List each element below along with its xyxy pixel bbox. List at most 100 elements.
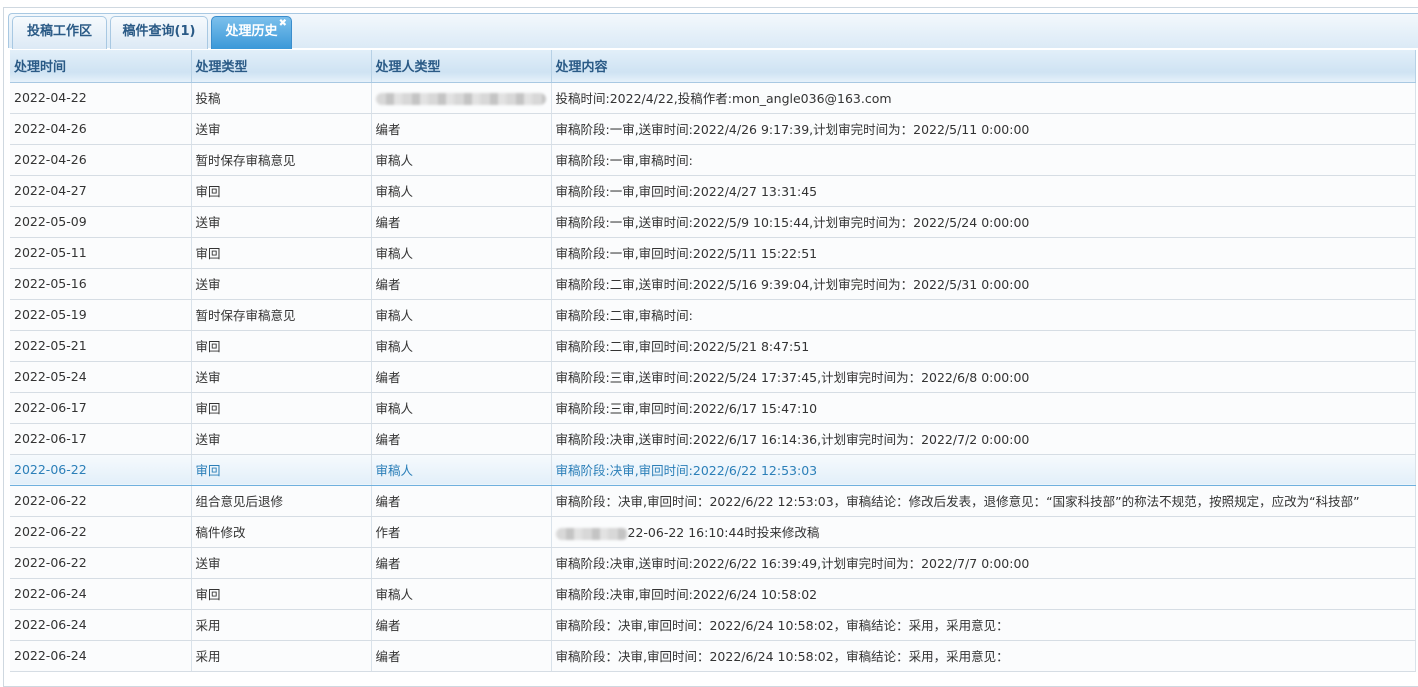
cell-text: 暂时保存审稿意见 (195, 153, 296, 168)
cell-content: 审稿阶段:决审,送审时间:2022/6/22 16:39:49,计划审完时间为：… (551, 547, 1416, 579)
cell-type: 组合意见后退修 (191, 485, 372, 517)
cell-text: 编者 (375, 215, 401, 230)
cell-text: 审稿人 (375, 153, 414, 168)
cell-content: 审稿阶段:决审,审回时间:2022/6/22 12:53:03 (551, 454, 1416, 486)
cell-text: 编者 (375, 370, 401, 385)
cell-handler-type: 编者 (371, 609, 552, 641)
cell-text: 审回 (195, 339, 221, 354)
cell-handler-type: 审稿人 (371, 578, 552, 610)
cell-text: 2022-05-19 (14, 307, 87, 322)
cell-type: 采用 (191, 609, 372, 641)
cell-text: 2022-06-17 (14, 400, 87, 415)
cell-content: 审稿阶段：决审,审回时间：2022/6/24 10:58:02，审稿结论：采用，… (551, 640, 1416, 672)
cell-text: 编者 (375, 556, 401, 571)
cell-text: 审稿人 (375, 184, 414, 199)
cell-type: 投稿 (191, 82, 372, 114)
table-row[interactable]: 2022-05-11 审回 审稿人 审稿阶段:一审,审回时间:2022/5/11 15… (10, 237, 1416, 269)
cell-time: 2022-04-22 (10, 82, 192, 114)
table-row[interactable]: 2022-06-22 组合意见后退修 编者 审稿阶段：决审,审回时间：2022/6/2… (10, 485, 1416, 517)
table-row[interactable]: 2022-06-24 采用 编者 审稿阶段：决审,审回时间：2022/6/24 10:… (10, 640, 1416, 672)
cell-time: 2022-05-19 (10, 299, 192, 331)
cell-text: 2022-05-24 (14, 369, 87, 384)
table-row[interactable]: 2022-06-22 稿件修改 作者 22-06-22 16:10:44时投来修改稿 (10, 516, 1416, 548)
cell-text: 审稿阶段:一审,送审时间:2022/4/26 9:17:39,计划审完时间为：2… (555, 122, 1030, 137)
table-row[interactable]: 2022-05-16 送审 编者 审稿阶段:二审,送审时间:2022/5/16 9:3… (10, 268, 1416, 300)
cell-text: 2022-04-26 (14, 152, 87, 167)
cell-text: 编者 (375, 277, 401, 292)
cell-handler-type: 作者 (371, 516, 552, 548)
cell-text: 审稿阶段:三审,审回时间:2022/6/17 15:47:10 (555, 401, 818, 416)
table-row[interactable]: 2022-06-22 审回 审稿人 审稿阶段:决审,审回时间:2022/6/22 12… (10, 454, 1416, 486)
cell-handler-type: 编者 (371, 485, 552, 517)
column-header-content[interactable]: 处理内容 (551, 50, 1416, 83)
redacted-blur (375, 92, 546, 105)
column-header-handler-type[interactable]: 处理人类型 (371, 50, 552, 83)
cell-text: 2022-06-22 (14, 493, 87, 508)
cell-text: 2022-05-16 (14, 276, 87, 291)
cell-content: 审稿阶段:三审,送审时间:2022/5/24 17:37:45,计划审完时间为：… (551, 361, 1416, 393)
cell-text: 2022-04-27 (14, 183, 87, 198)
cell-time: 2022-06-22 (10, 485, 192, 517)
cell-content: 审稿阶段:决审,审回时间:2022/6/24 10:58:02 (551, 578, 1416, 610)
cell-text: 作者 (375, 525, 401, 540)
cell-text: 审回 (195, 587, 221, 602)
cell-type: 暂时保存审稿意见 (191, 144, 372, 176)
tab-processing-history[interactable]: 处理历史 ✖ (211, 16, 292, 49)
table-row[interactable]: 2022-06-22 送审 编者 审稿阶段:决审,送审时间:2022/6/22 16:… (10, 547, 1416, 579)
cell-text: 审稿阶段:二审,送审时间:2022/5/16 9:39:04,计划审完时间为：2… (555, 277, 1030, 292)
column-header-time[interactable]: 处理时间 (10, 50, 192, 83)
cell-text: 审稿阶段：决审,审回时间：2022/6/24 10:58:02，审稿结论：采用，… (555, 618, 1009, 633)
table-row[interactable]: 2022-04-26 暂时保存审稿意见 审稿人 审稿阶段:一审,审稿时间: (10, 144, 1416, 176)
table-row[interactable]: 2022-06-17 送审 编者 审稿阶段:决审,送审时间:2022/6/17 16:… (10, 423, 1416, 455)
cell-handler-type: 审稿人 (371, 330, 552, 362)
cell-type: 审回 (191, 237, 372, 269)
cell-text: 送审 (195, 277, 221, 292)
cell-type: 审回 (191, 454, 372, 486)
cell-time: 2022-06-17 (10, 392, 192, 424)
table-row[interactable]: 2022-06-17 审回 审稿人 审稿阶段:三审,审回时间:2022/6/17 15… (10, 392, 1416, 424)
cell-time: 2022-06-22 (10, 547, 192, 579)
cell-text: 送审 (195, 432, 221, 447)
table-row[interactable]: 2022-06-24 采用 编者 审稿阶段：决审,审回时间：2022/6/24 10:… (10, 609, 1416, 641)
cell-text: 审稿阶段:一审,审回时间:2022/5/11 15:22:51 (555, 246, 818, 261)
cell-type: 送审 (191, 113, 372, 145)
cell-content: 审稿阶段:一审,审稿时间: (551, 144, 1416, 176)
cell-text: 2022-06-22 (14, 555, 87, 570)
table-row[interactable]: 2022-04-27 审回 审稿人 审稿阶段:一审,审回时间:2022/4/27 13… (10, 175, 1416, 207)
table-row[interactable]: 2022-05-24 送审 编者 审稿阶段:三审,送审时间:2022/5/24 17:… (10, 361, 1416, 393)
table-row[interactable]: 2022-06-24 审回 审稿人 审稿阶段:决审,审回时间:2022/6/24 10… (10, 578, 1416, 610)
tab-submission-workspace[interactable]: 投稿工作区 (12, 16, 107, 49)
header-row: 处理时间 处理类型 处理人类型 处理内容 (10, 50, 1416, 83)
cell-text: 审稿阶段:一审,审稿时间: (555, 153, 693, 168)
history-table: 处理时间 处理类型 处理人类型 处理内容 2022-04-22 投稿 投稿时间:20… (10, 50, 1416, 672)
cell-content: 审稿阶段:二审,审回时间:2022/5/21 8:47:51 (551, 330, 1416, 362)
cell-text: 审稿阶段:三审,送审时间:2022/5/24 17:37:45,计划审完时间为：… (555, 370, 1030, 385)
cell-type: 送审 (191, 361, 372, 393)
table-row[interactable]: 2022-04-26 送审 编者 审稿阶段:一审,送审时间:2022/4/26 9:1… (10, 113, 1416, 145)
tab-manuscript-query[interactable]: 稿件查询(1) (110, 16, 208, 49)
cell-type: 送审 (191, 423, 372, 455)
cell-text: 编者 (375, 494, 401, 509)
cell-text: 审稿人 (375, 339, 414, 354)
close-icon[interactable]: ✖ (279, 9, 287, 39)
cell-text: 审稿阶段:一审,送审时间:2022/5/9 10:15:44,计划审完时间为：2… (555, 215, 1030, 230)
cell-text: 2022-05-21 (14, 338, 87, 353)
table-row[interactable]: 2022-05-09 送审 编者 审稿阶段:一审,送审时间:2022/5/9 10:1… (10, 206, 1416, 238)
cell-text: 审回 (195, 246, 221, 261)
column-header-type[interactable]: 处理类型 (191, 50, 372, 83)
cell-text: 审稿阶段:决审,送审时间:2022/6/22 16:39:49,计划审完时间为：… (555, 556, 1030, 571)
table-row[interactable]: 2022-05-21 审回 审稿人 审稿阶段:二审,审回时间:2022/5/21 8:… (10, 330, 1416, 362)
cell-handler-type: 审稿人 (371, 392, 552, 424)
table-row[interactable]: 2022-05-19 暂时保存审稿意见 审稿人 审稿阶段:二审,审稿时间: (10, 299, 1416, 331)
cell-text: 编者 (375, 618, 401, 633)
cell-text: 审回 (195, 463, 221, 478)
cell-text: 审稿阶段:二审,审稿时间: (555, 308, 693, 323)
cell-content: 审稿阶段：决审,审回时间：2022/6/24 10:58:02，审稿结论：采用，… (551, 609, 1416, 641)
redacted-blur (555, 527, 628, 540)
cell-handler-type: 编者 (371, 361, 552, 393)
cell-content: 审稿阶段:二审,审稿时间: (551, 299, 1416, 331)
cell-content: 审稿阶段:二审,送审时间:2022/5/16 9:39:04,计划审完时间为：2… (551, 268, 1416, 300)
cell-text: 审稿人 (375, 246, 414, 261)
table-row[interactable]: 2022-04-22 投稿 投稿时间:2022/4/22,投稿作者:mon_angl… (10, 82, 1416, 114)
cell-text: 2022-06-24 (14, 648, 87, 663)
